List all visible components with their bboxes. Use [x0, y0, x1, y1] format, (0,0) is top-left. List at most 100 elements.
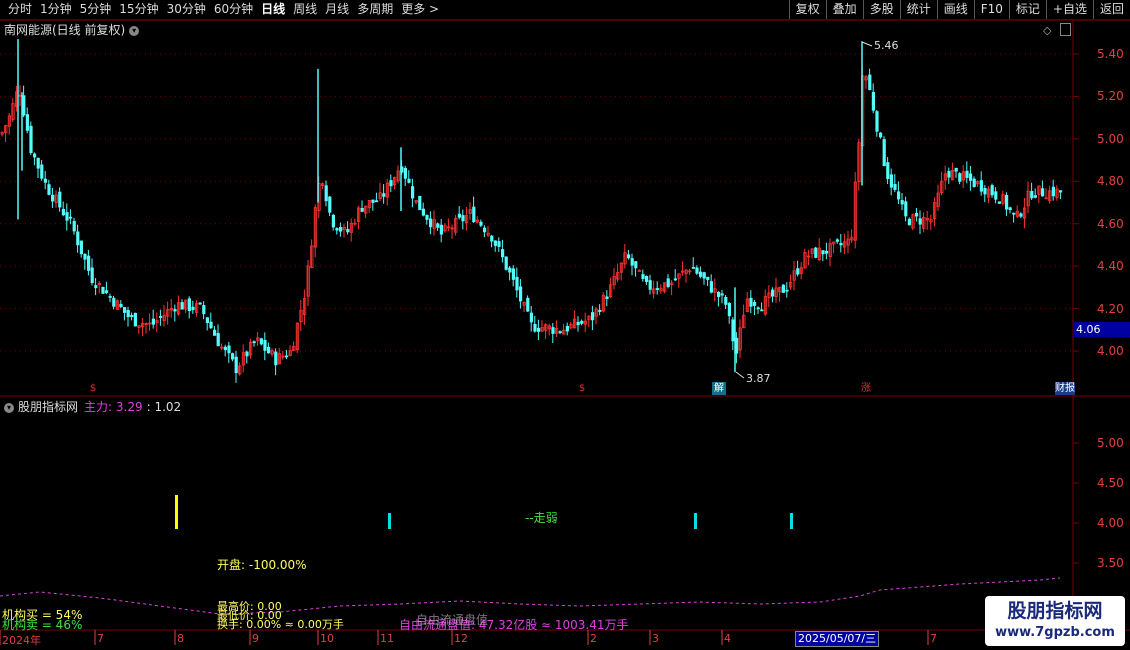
candle-body — [1044, 197, 1048, 200]
indicator-axis-label: 5.00 — [1097, 436, 1124, 450]
candle-body — [47, 184, 51, 195]
event-badge[interactable]: 财报 — [1055, 382, 1075, 395]
candle-body — [418, 195, 422, 211]
date-label: 12 — [454, 632, 468, 645]
signal-text: --走弱 — [525, 511, 558, 525]
signal-bar-yellow — [175, 495, 178, 529]
chevron-down-icon[interactable]: ▾ — [4, 402, 14, 413]
candle-body — [889, 174, 894, 188]
candle-body — [259, 338, 264, 345]
indicator-title[interactable]: ▾ 股朋指标网 主力: 3.29: 1.02 — [4, 398, 181, 415]
candlestick-chart[interactable] — [0, 0, 1130, 650]
price-label: 5.00 — [1097, 131, 1124, 146]
signal-bar-cyan — [388, 513, 391, 529]
candle-body — [472, 206, 476, 223]
candle-body — [965, 170, 969, 178]
price-label: 4.00 — [1097, 344, 1124, 358]
candle-body — [43, 178, 48, 183]
signal-bar-cyan — [790, 513, 793, 529]
candle-body — [785, 289, 789, 292]
candle-body — [234, 356, 238, 374]
event-badge[interactable]: 涨 — [859, 382, 873, 395]
candle-body — [731, 319, 735, 342]
candle-body — [958, 173, 962, 182]
date-axis: 2024年 7 8 9 10 11 12 2 3 4 7 — [0, 630, 1130, 650]
dashed-indicator-line — [0, 577, 1061, 615]
candle-body — [655, 288, 660, 290]
candle-body — [749, 297, 753, 307]
candle-body — [839, 242, 843, 246]
candle-body — [461, 215, 465, 222]
candle-body — [1059, 190, 1063, 193]
candle-body — [835, 239, 840, 242]
candle-body — [630, 258, 634, 266]
candle-body — [666, 278, 670, 287]
candle-body — [274, 351, 278, 366]
candle-body — [407, 178, 411, 183]
candle-body — [551, 327, 555, 334]
candle-body — [58, 191, 62, 208]
candle-body — [735, 337, 739, 354]
price-label: 4.20 — [1097, 301, 1124, 316]
watermark-name: 股朋指标网 — [1007, 600, 1103, 622]
candle-body — [94, 285, 98, 289]
candle-body — [410, 186, 415, 199]
candle-body — [360, 207, 364, 212]
candle-body — [893, 183, 897, 190]
candle-body — [814, 247, 818, 258]
candle-body — [338, 227, 343, 232]
candle-body — [479, 221, 483, 226]
candle-body — [72, 221, 76, 232]
candle-body — [699, 271, 703, 277]
candle-body — [871, 91, 876, 111]
event-badge[interactable]: $ — [575, 382, 589, 395]
candle-body — [915, 212, 919, 217]
candle-body — [558, 331, 562, 334]
candle-body — [897, 191, 901, 200]
candle-body — [648, 280, 652, 290]
candle-body — [284, 355, 289, 358]
candle-body — [954, 167, 958, 172]
candle-body — [717, 291, 721, 298]
candle-body — [421, 208, 426, 216]
candle-body — [702, 272, 706, 279]
candle-body — [634, 261, 638, 269]
candle-body — [202, 305, 206, 315]
low-price-label: 3.87 — [746, 372, 771, 385]
candle-body — [519, 286, 523, 302]
candle-body — [69, 216, 73, 219]
selected-date: 2025/05/07/三 — [795, 631, 880, 647]
candle-body — [691, 267, 696, 269]
date-label: 8 — [177, 632, 184, 645]
candle-body — [374, 200, 379, 203]
candle-body — [382, 193, 386, 197]
candle-body — [1030, 190, 1034, 199]
candle-body — [969, 173, 973, 181]
candle-body — [879, 132, 883, 138]
date-label: 2 — [590, 632, 597, 645]
date-label: 2024年 — [2, 634, 41, 647]
date-label: 3 — [652, 632, 659, 645]
candle-body — [673, 278, 678, 281]
candle-body — [83, 253, 87, 260]
low-leader — [735, 371, 745, 379]
event-badge[interactable]: 解 — [712, 382, 726, 395]
candle-body — [76, 231, 80, 246]
candle-body — [29, 125, 33, 153]
candle-body — [508, 267, 512, 273]
candle-body — [511, 268, 516, 280]
candle-body — [500, 249, 505, 258]
candle-body — [331, 214, 336, 228]
candle-body — [533, 323, 537, 332]
event-badge[interactable]: $ — [86, 382, 100, 395]
candle-body — [173, 309, 177, 312]
candle-body — [907, 218, 912, 226]
candle-body — [389, 180, 393, 187]
candle-body — [112, 297, 116, 307]
zhuli-value: 主力: 3.29 — [84, 400, 143, 414]
indicator-axis-label: 4.00 — [1097, 516, 1124, 530]
candle-body — [457, 213, 462, 218]
candle-body — [1019, 213, 1023, 217]
candle-body — [497, 241, 501, 247]
candle-body — [216, 333, 220, 347]
